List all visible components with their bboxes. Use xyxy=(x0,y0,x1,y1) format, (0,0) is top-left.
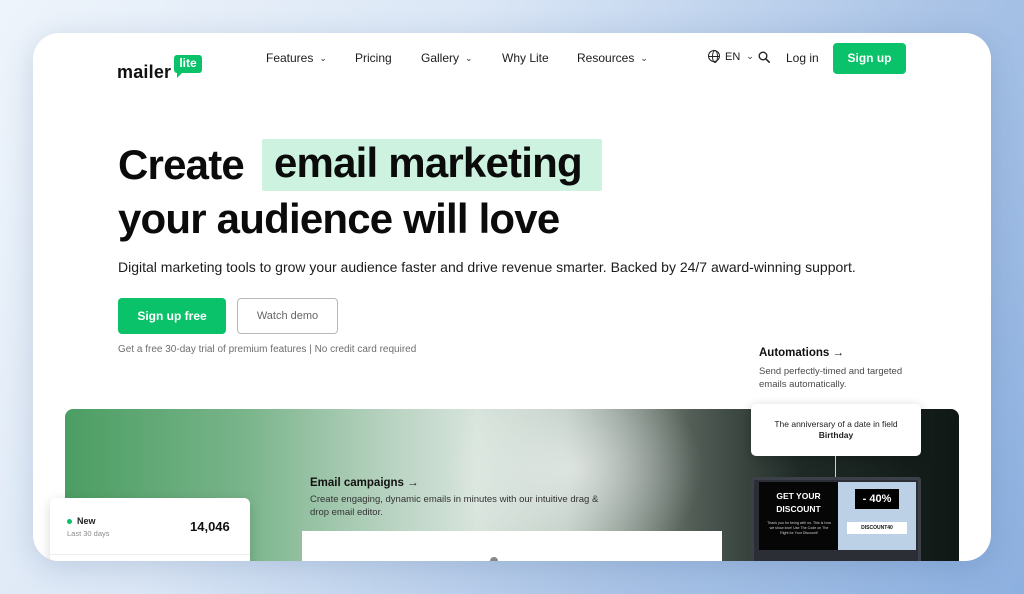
chevron-down-icon: ⌄ xyxy=(465,53,473,63)
trial-fine-print: Get a free 30-day trial of premium featu… xyxy=(118,344,417,355)
promo-left-panel: GET YOUR DISCOUNT Thank you for being wi… xyxy=(759,482,838,550)
automations-description: Send perfectly-timed and targeted emails… xyxy=(759,366,903,390)
email-campaigns-description: Create engaging, dynamic emails in minut… xyxy=(310,494,599,518)
stat-period: Last 30 days xyxy=(67,529,110,538)
stat-label: New xyxy=(77,516,96,526)
search-icon[interactable] xyxy=(758,51,770,63)
promo-title-line1: GET YOUR xyxy=(776,491,821,501)
headline-line1-highlight: email marketing xyxy=(274,139,583,186)
nav-why-lite[interactable]: Why Lite xyxy=(502,51,549,65)
nav-why-lite-label: Why Lite xyxy=(502,51,549,65)
headline-line1-prefix: Create xyxy=(118,141,245,188)
globe-icon xyxy=(708,50,720,63)
automation-connector xyxy=(835,456,836,478)
email-editor-preview xyxy=(302,531,722,561)
chevron-down-icon: ⌄ xyxy=(640,53,648,63)
chevron-down-icon: ⌄ xyxy=(319,53,327,63)
discount-percent: - 40% xyxy=(855,489,899,509)
automation-trigger-card: The anniversary of a date in field Birth… xyxy=(751,404,921,456)
logo-wordmark: mailer xyxy=(117,62,172,82)
chevron-down-icon: ⌄ xyxy=(746,51,754,61)
email-campaigns-link[interactable]: Email campaigns → xyxy=(310,477,419,489)
discount-code: DISCOUNT40 xyxy=(847,522,907,534)
trigger-text: The anniversary of a date in field xyxy=(774,419,898,429)
subscriber-stat-card: New Last 30 days 14,046 xyxy=(50,498,250,561)
promo-title-line2: DISCOUNT xyxy=(776,504,821,514)
trigger-field: Birthday xyxy=(818,430,854,440)
promo-title: GET YOUR DISCOUNT xyxy=(759,490,838,516)
nav-pricing-label: Pricing xyxy=(355,51,392,65)
promo-right-panel: - 40% DISCOUNT40 xyxy=(838,482,916,550)
nav-features-label: Features xyxy=(266,51,314,65)
language-selector[interactable]: EN ⌄ xyxy=(708,50,754,63)
nav-pricing[interactable]: Pricing xyxy=(355,51,392,65)
status-dot xyxy=(67,519,72,524)
nav-resources-label: Resources xyxy=(577,51,635,65)
promo-email-preview: GET YOUR DISCOUNT Thank you for being wi… xyxy=(751,477,921,561)
nav-features[interactable]: Features ⌄ xyxy=(266,51,327,65)
stat-value: 14,046 xyxy=(190,519,230,534)
nav-resources[interactable]: Resources ⌄ xyxy=(577,51,648,65)
hero-subtitle: Digital marketing tools to grow your aud… xyxy=(118,259,856,275)
language-label: EN xyxy=(725,51,741,63)
signup-free-button[interactable]: Sign up free xyxy=(118,298,226,334)
divider xyxy=(50,554,250,555)
promo-small-text: Thank you for being with us. This is how… xyxy=(767,521,831,535)
editor-handle xyxy=(490,557,498,561)
page-frame: mailer lite Features ⌄ Pricing Gallery ⌄ W… xyxy=(33,33,991,561)
headline-line2: your audience will love xyxy=(118,195,560,242)
automations-link[interactable]: Automations → xyxy=(759,347,844,359)
watch-demo-button[interactable]: Watch demo xyxy=(237,298,338,334)
nav-gallery[interactable]: Gallery ⌄ xyxy=(421,51,473,65)
signup-button[interactable]: Sign up xyxy=(833,43,906,74)
login-link[interactable]: Log in xyxy=(786,51,819,65)
nav-gallery-label: Gallery xyxy=(421,51,460,65)
